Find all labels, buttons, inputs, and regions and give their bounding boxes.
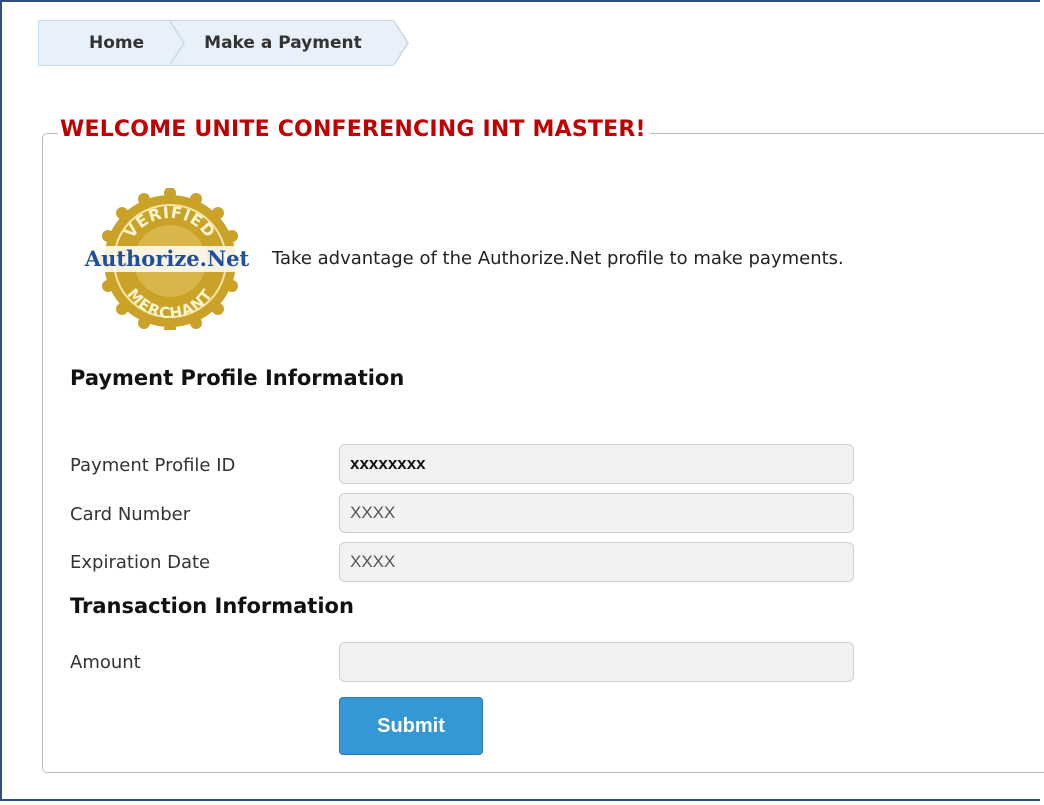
profile-id-label: Payment Profile ID — [70, 455, 236, 476]
breadcrumb-home[interactable]: Home — [38, 20, 186, 66]
seal-brand-text: Authorize.Net — [84, 246, 250, 271]
card-number-field[interactable] — [339, 493, 854, 533]
profile-id-field[interactable] — [339, 444, 854, 484]
card-number-label: Card Number — [70, 504, 191, 525]
amount-label: Amount — [70, 652, 141, 673]
breadcrumb-current-label: Make a Payment — [204, 33, 362, 53]
authorize-net-seal-icon: VERIFIED MERCHANT Authorize.Net — [74, 188, 260, 330]
payment-profile-heading: Payment Profile Information — [70, 366, 405, 390]
breadcrumb-separator-icon — [169, 20, 186, 66]
expiration-date-label: Expiration Date — [70, 552, 211, 573]
expiration-date-field[interactable] — [339, 542, 854, 582]
transaction-heading: Transaction Information — [70, 594, 354, 618]
breadcrumb-home-label: Home — [89, 33, 145, 53]
authorize-description: Take advantage of the Authorize.Net prof… — [272, 248, 844, 269]
welcome-legend: WELCOME UNITE CONFERENCING INT MASTER! — [58, 117, 650, 142]
breadcrumb-end-icon — [392, 20, 409, 66]
breadcrumb: Home Make a Payment — [38, 20, 409, 66]
submit-button[interactable]: Submit — [339, 697, 483, 755]
amount-field[interactable] — [339, 642, 854, 682]
breadcrumb-make-payment[interactable]: Make a Payment — [170, 20, 409, 66]
